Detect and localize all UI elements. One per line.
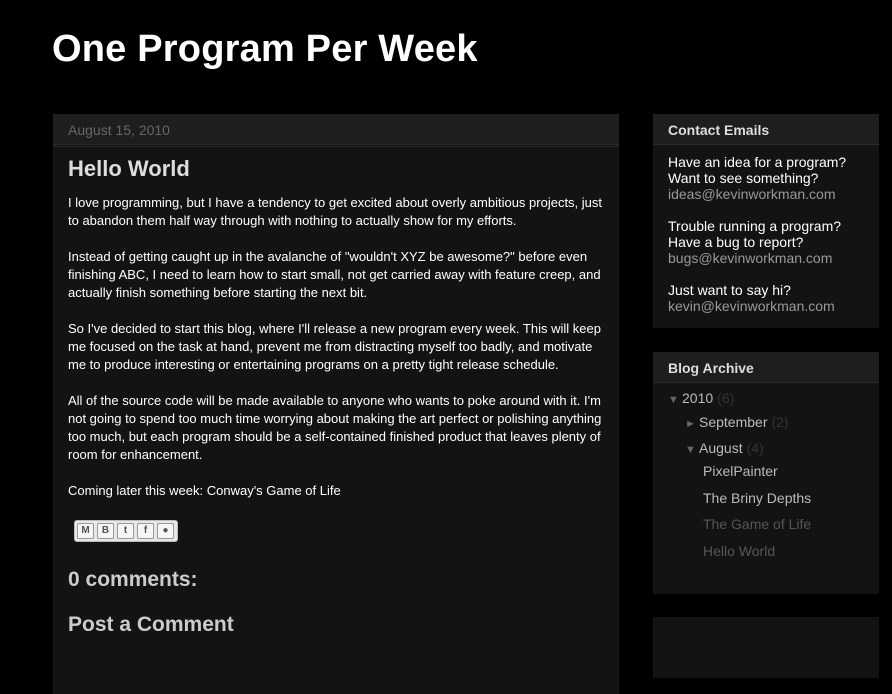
- archive-month-link[interactable]: August: [699, 440, 743, 456]
- contact-question: Just want to say hi?: [668, 282, 791, 298]
- archive-month-row: ▼ August (4): [685, 440, 764, 456]
- archive-post-item: Hello World: [703, 543, 775, 559]
- expand-toggle-icon[interactable]: ►: [685, 418, 699, 430]
- archive-post-item: The Briny Depths: [703, 490, 811, 506]
- collapse-toggle-icon[interactable]: ▼: [668, 394, 682, 406]
- archive-year-row: ▼ 2010 (6): [668, 390, 734, 406]
- divider: [53, 146, 619, 147]
- archive-widget: Blog Archive ▼ 2010 (6) ► September (2) ▼ Aug…: [653, 352, 879, 594]
- comments-heading: 0 comments:: [68, 568, 198, 591]
- contact-email[interactable]: bugs@kevinworkman.com: [668, 250, 873, 266]
- post-body: I love programming, but I have a tendenc…: [68, 194, 608, 518]
- blogger-icon[interactable]: B: [97, 523, 114, 539]
- post-paragraph: I love programming, but I have a tendenc…: [68, 195, 603, 228]
- contact-question: Have an idea for a program?: [668, 154, 847, 170]
- contact-block: Just want to say hi? kevin@kevinworkman.…: [668, 282, 873, 314]
- post-paragraph: Coming later this week: Conway's Game of…: [68, 483, 341, 498]
- archive-month-row: ► September (2): [685, 414, 789, 430]
- archive-count: (2): [771, 414, 789, 430]
- contact-email[interactable]: kevin@kevinworkman.com: [668, 298, 873, 314]
- archive-year-link[interactable]: 2010: [682, 390, 713, 406]
- archive-post-link[interactable]: Hello World: [703, 543, 775, 559]
- contact-widget-header: Contact Emails: [653, 114, 879, 145]
- contact-question: Want to see something?: [668, 170, 819, 186]
- post-paragraph: All of the source code will be made avai…: [68, 393, 602, 462]
- post-paragraph: Instead of getting caught up in the aval…: [68, 249, 601, 300]
- archive-widget-title: Blog Archive: [668, 360, 754, 376]
- blog-title[interactable]: One Program Per Week: [52, 28, 478, 71]
- archive-count: (6): [717, 390, 735, 406]
- sidebar-widget: [653, 617, 879, 678]
- archive-post-item: The Game of Life: [703, 516, 811, 532]
- post-comment-heading: Post a Comment: [68, 613, 234, 636]
- contact-widget: Contact Emails Have an idea for a progra…: [653, 114, 879, 328]
- contact-question: Have a bug to report?: [668, 234, 804, 250]
- facebook-icon[interactable]: f: [137, 523, 154, 539]
- archive-count: (4): [746, 440, 764, 456]
- post-paragraph: So I've decided to start this blog, wher…: [68, 321, 601, 372]
- contact-question: Trouble running a program?: [668, 218, 842, 234]
- archive-post-link[interactable]: PixelPainter: [703, 463, 778, 479]
- archive-post-link[interactable]: The Game of Life: [703, 516, 811, 532]
- contact-block: Trouble running a program? Have a bug to…: [668, 218, 873, 266]
- contact-block: Have an idea for a program? Want to see …: [668, 154, 873, 202]
- archive-post-item: PixelPainter: [703, 463, 778, 479]
- archive-post-link[interactable]: The Briny Depths: [703, 490, 811, 506]
- post-column: August 15, 2010 Hello World I love progr…: [53, 114, 619, 694]
- post-date: August 15, 2010: [68, 122, 170, 138]
- archive-month-link[interactable]: September: [699, 414, 767, 430]
- post-date-bar: August 15, 2010: [53, 114, 619, 145]
- collapse-toggle-icon[interactable]: ▼: [685, 444, 699, 456]
- archive-widget-header: Blog Archive: [653, 352, 879, 383]
- post-title[interactable]: Hello World: [68, 156, 190, 182]
- contact-body: Have an idea for a program? Want to see …: [668, 154, 873, 330]
- email-icon[interactable]: M: [77, 523, 94, 539]
- buzz-icon[interactable]: ●: [157, 523, 174, 539]
- twitter-icon[interactable]: t: [117, 523, 134, 539]
- contact-email[interactable]: ideas@kevinworkman.com: [668, 186, 873, 202]
- share-bar: M B t f ●: [74, 520, 178, 542]
- contact-widget-title: Contact Emails: [668, 122, 770, 138]
